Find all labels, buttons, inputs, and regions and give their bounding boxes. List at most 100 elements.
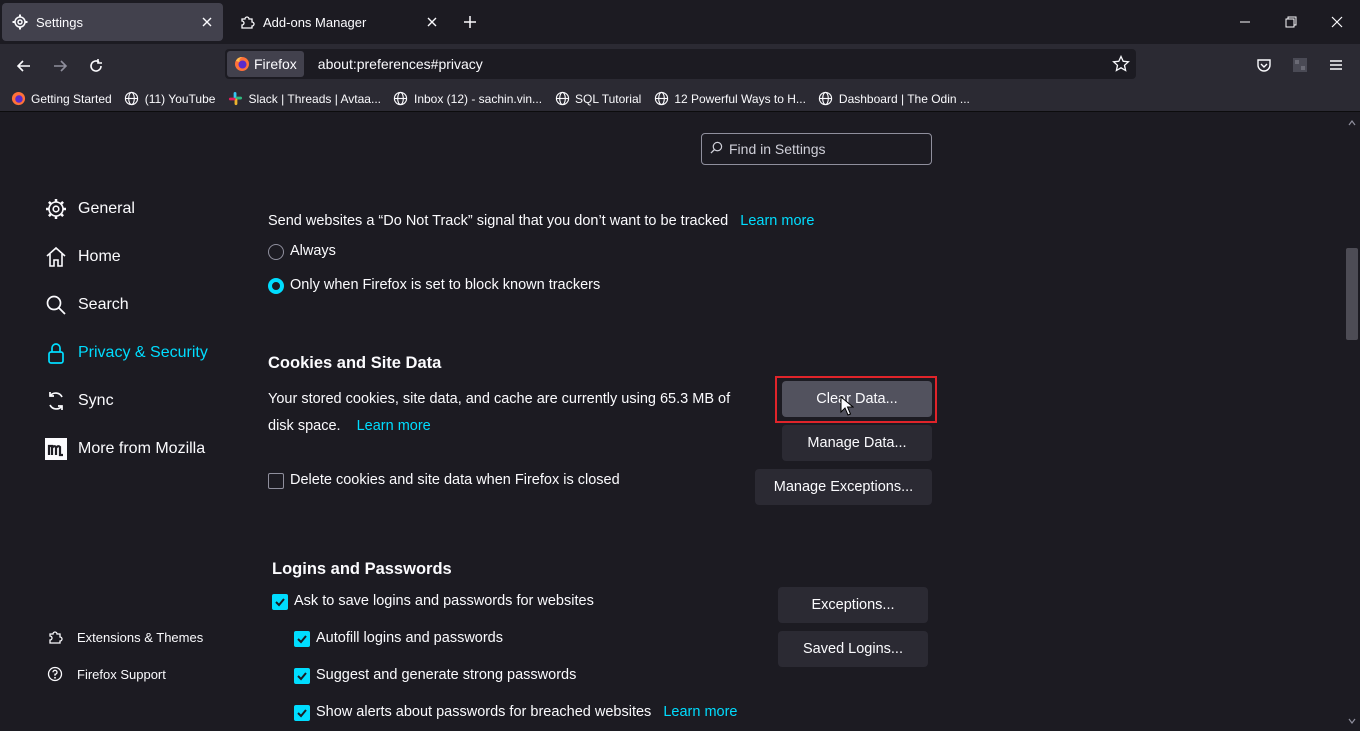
- bookmark-item[interactable]: 12 Powerful Ways to H...: [653, 91, 806, 107]
- scroll-up-icon[interactable]: [1348, 119, 1356, 127]
- clear-data-highlight: [775, 376, 937, 423]
- tab-strip: Settings Add-ons Manager: [0, 0, 1360, 44]
- bookmark-item[interactable]: (11) YouTube: [124, 91, 216, 107]
- puzzle-icon: [46, 628, 64, 646]
- cookies-description-line1: Your stored cookies, site data, and cach…: [268, 391, 731, 407]
- delete-cookies-label: Delete cookies and site data when Firefo…: [290, 472, 620, 488]
- app-menu-button[interactable]: [1322, 52, 1350, 80]
- settings-page: Find in Settings General Home Search Pri…: [0, 113, 1344, 731]
- bookmark-star-icon[interactable]: [1112, 54, 1130, 73]
- bookmark-item[interactable]: SQL Tutorial: [554, 91, 641, 107]
- suggest-passwords-checkbox[interactable]: [294, 668, 310, 684]
- ask-save-logins-checkbox[interactable]: [272, 594, 288, 610]
- bookmark-label: Dashboard | The Odin ...: [838, 91, 970, 106]
- tab-label: Settings: [36, 14, 83, 30]
- globe-icon: [653, 91, 669, 107]
- dnt-always-radio[interactable]: [268, 244, 284, 260]
- bookmark-item[interactable]: Dashboard | The Odin ...: [818, 91, 970, 107]
- bookmark-label: Slack | Threads | Avtaa...: [248, 91, 381, 106]
- manage-data-button[interactable]: Manage Data...: [782, 425, 932, 461]
- gear-icon: [44, 197, 68, 221]
- dnt-always-label: Always: [290, 243, 336, 259]
- pocket-button[interactable]: [1250, 52, 1278, 80]
- bookmark-label: Getting Started: [31, 91, 112, 106]
- sidebar-item-general[interactable]: General: [44, 195, 135, 223]
- bookmark-item[interactable]: Slack | Threads | Avtaa...: [227, 91, 381, 107]
- scroll-down-icon[interactable]: [1348, 717, 1356, 725]
- pocket-icon: [1256, 57, 1272, 76]
- scrollbar-thumb[interactable]: [1346, 248, 1358, 340]
- close-tab-icon[interactable]: [199, 14, 215, 30]
- close-window-button[interactable]: [1325, 10, 1349, 34]
- sidebar-item-search[interactable]: Search: [44, 291, 129, 319]
- extensions-themes-link[interactable]: Extensions & Themes: [46, 628, 203, 646]
- sidebar-item-sync[interactable]: Sync: [44, 387, 114, 415]
- url-bar[interactable]: Firefox about:preferences#privacy: [225, 49, 1136, 79]
- autofill-logins-checkbox[interactable]: [294, 631, 310, 647]
- identity-box[interactable]: Firefox: [227, 51, 304, 77]
- search-placeholder: Find in Settings: [729, 141, 826, 157]
- sidebar-item-privacy-security[interactable]: Privacy & Security: [44, 339, 208, 367]
- dnt-description: Send websites a “Do Not Track” signal th…: [268, 213, 814, 229]
- hamburger-menu-icon: [1328, 57, 1344, 76]
- mouse-cursor-icon: [840, 395, 855, 416]
- sidebar-item-label: More from Mozilla: [78, 440, 206, 457]
- breach-alerts-text: Show alerts about passwords for breached…: [316, 704, 652, 720]
- ask-save-logins-label: Ask to save logins and passwords for web…: [294, 593, 594, 609]
- cookies-learn-more-link[interactable]: Learn more: [357, 418, 431, 434]
- dnt-text: Send websites a “Do Not Track” signal th…: [268, 213, 729, 229]
- back-button[interactable]: [10, 52, 38, 80]
- mozilla-icon: [44, 437, 68, 461]
- manage-exceptions-button[interactable]: Manage Exceptions...: [755, 469, 932, 505]
- forward-button[interactable]: [46, 52, 74, 80]
- restore-button[interactable]: [1279, 10, 1303, 34]
- sidebar-item-label: Sync: [78, 392, 114, 409]
- sidebar-item-home[interactable]: Home: [44, 243, 121, 271]
- delete-cookies-checkbox[interactable]: [268, 473, 284, 489]
- breach-alerts-checkbox[interactable]: [294, 705, 310, 721]
- bookmark-label: 12 Powerful Ways to H...: [674, 91, 806, 106]
- firefox-icon: [234, 56, 250, 72]
- sidebar-item-label: General: [78, 200, 135, 217]
- breach-alerts-label: Show alerts about passwords for breached…: [316, 704, 737, 720]
- puzzle-icon: [239, 14, 255, 30]
- cookies-description-line2: disk space. Learn more: [268, 418, 431, 434]
- breach-alerts-learn-more-link[interactable]: Learn more: [663, 704, 737, 720]
- search-icon: [44, 293, 68, 317]
- bookmarks-toolbar: Getting Started (11) YouTube Slack | Thr…: [0, 86, 1360, 112]
- globe-icon: [124, 91, 140, 107]
- help-icon: [46, 665, 64, 683]
- dnt-only-when-radio[interactable]: [268, 278, 284, 294]
- bookmark-item[interactable]: Getting Started: [10, 91, 112, 107]
- tab-addons-manager[interactable]: Add-ons Manager: [229, 3, 448, 41]
- cookies-heading: Cookies and Site Data: [268, 354, 442, 372]
- page-scrollbar[interactable]: [1344, 113, 1360, 731]
- autofill-logins-label: Autofill logins and passwords: [316, 630, 503, 646]
- footer-link-label: Firefox Support: [77, 666, 166, 682]
- firefox-support-link[interactable]: Firefox Support: [46, 665, 166, 683]
- footer-link-label: Extensions & Themes: [77, 629, 204, 645]
- search-icon: [710, 141, 729, 157]
- lock-icon: [44, 341, 68, 365]
- logins-exceptions-button[interactable]: Exceptions...: [778, 587, 928, 623]
- dnt-only-when-label: Only when Firefox is set to block known …: [290, 277, 601, 293]
- tab-label: Add-ons Manager: [263, 14, 367, 30]
- url-text[interactable]: about:preferences#privacy: [318, 56, 483, 72]
- extension-button[interactable]: [1286, 52, 1314, 80]
- bookmark-label: SQL Tutorial: [575, 91, 642, 106]
- sync-icon: [44, 389, 68, 413]
- new-tab-button[interactable]: [458, 10, 482, 34]
- bookmark-label: (11) YouTube: [144, 91, 216, 106]
- close-tab-icon[interactable]: [424, 14, 440, 30]
- minimize-button[interactable]: [1233, 10, 1257, 34]
- bookmark-item[interactable]: Inbox (12) - sachin.vin...: [393, 91, 542, 107]
- saved-logins-button[interactable]: Saved Logins...: [778, 631, 928, 667]
- sidebar-item-more-from-mozilla[interactable]: More from Mozilla: [44, 435, 205, 463]
- reload-button[interactable]: [82, 52, 110, 80]
- extension-icon: [1292, 57, 1308, 76]
- tab-settings[interactable]: Settings: [2, 3, 223, 41]
- logins-heading: Logins and Passwords: [272, 560, 452, 578]
- home-icon: [44, 245, 68, 269]
- find-in-settings-input[interactable]: Find in Settings: [701, 133, 932, 165]
- dnt-learn-more-link[interactable]: Learn more: [740, 213, 814, 229]
